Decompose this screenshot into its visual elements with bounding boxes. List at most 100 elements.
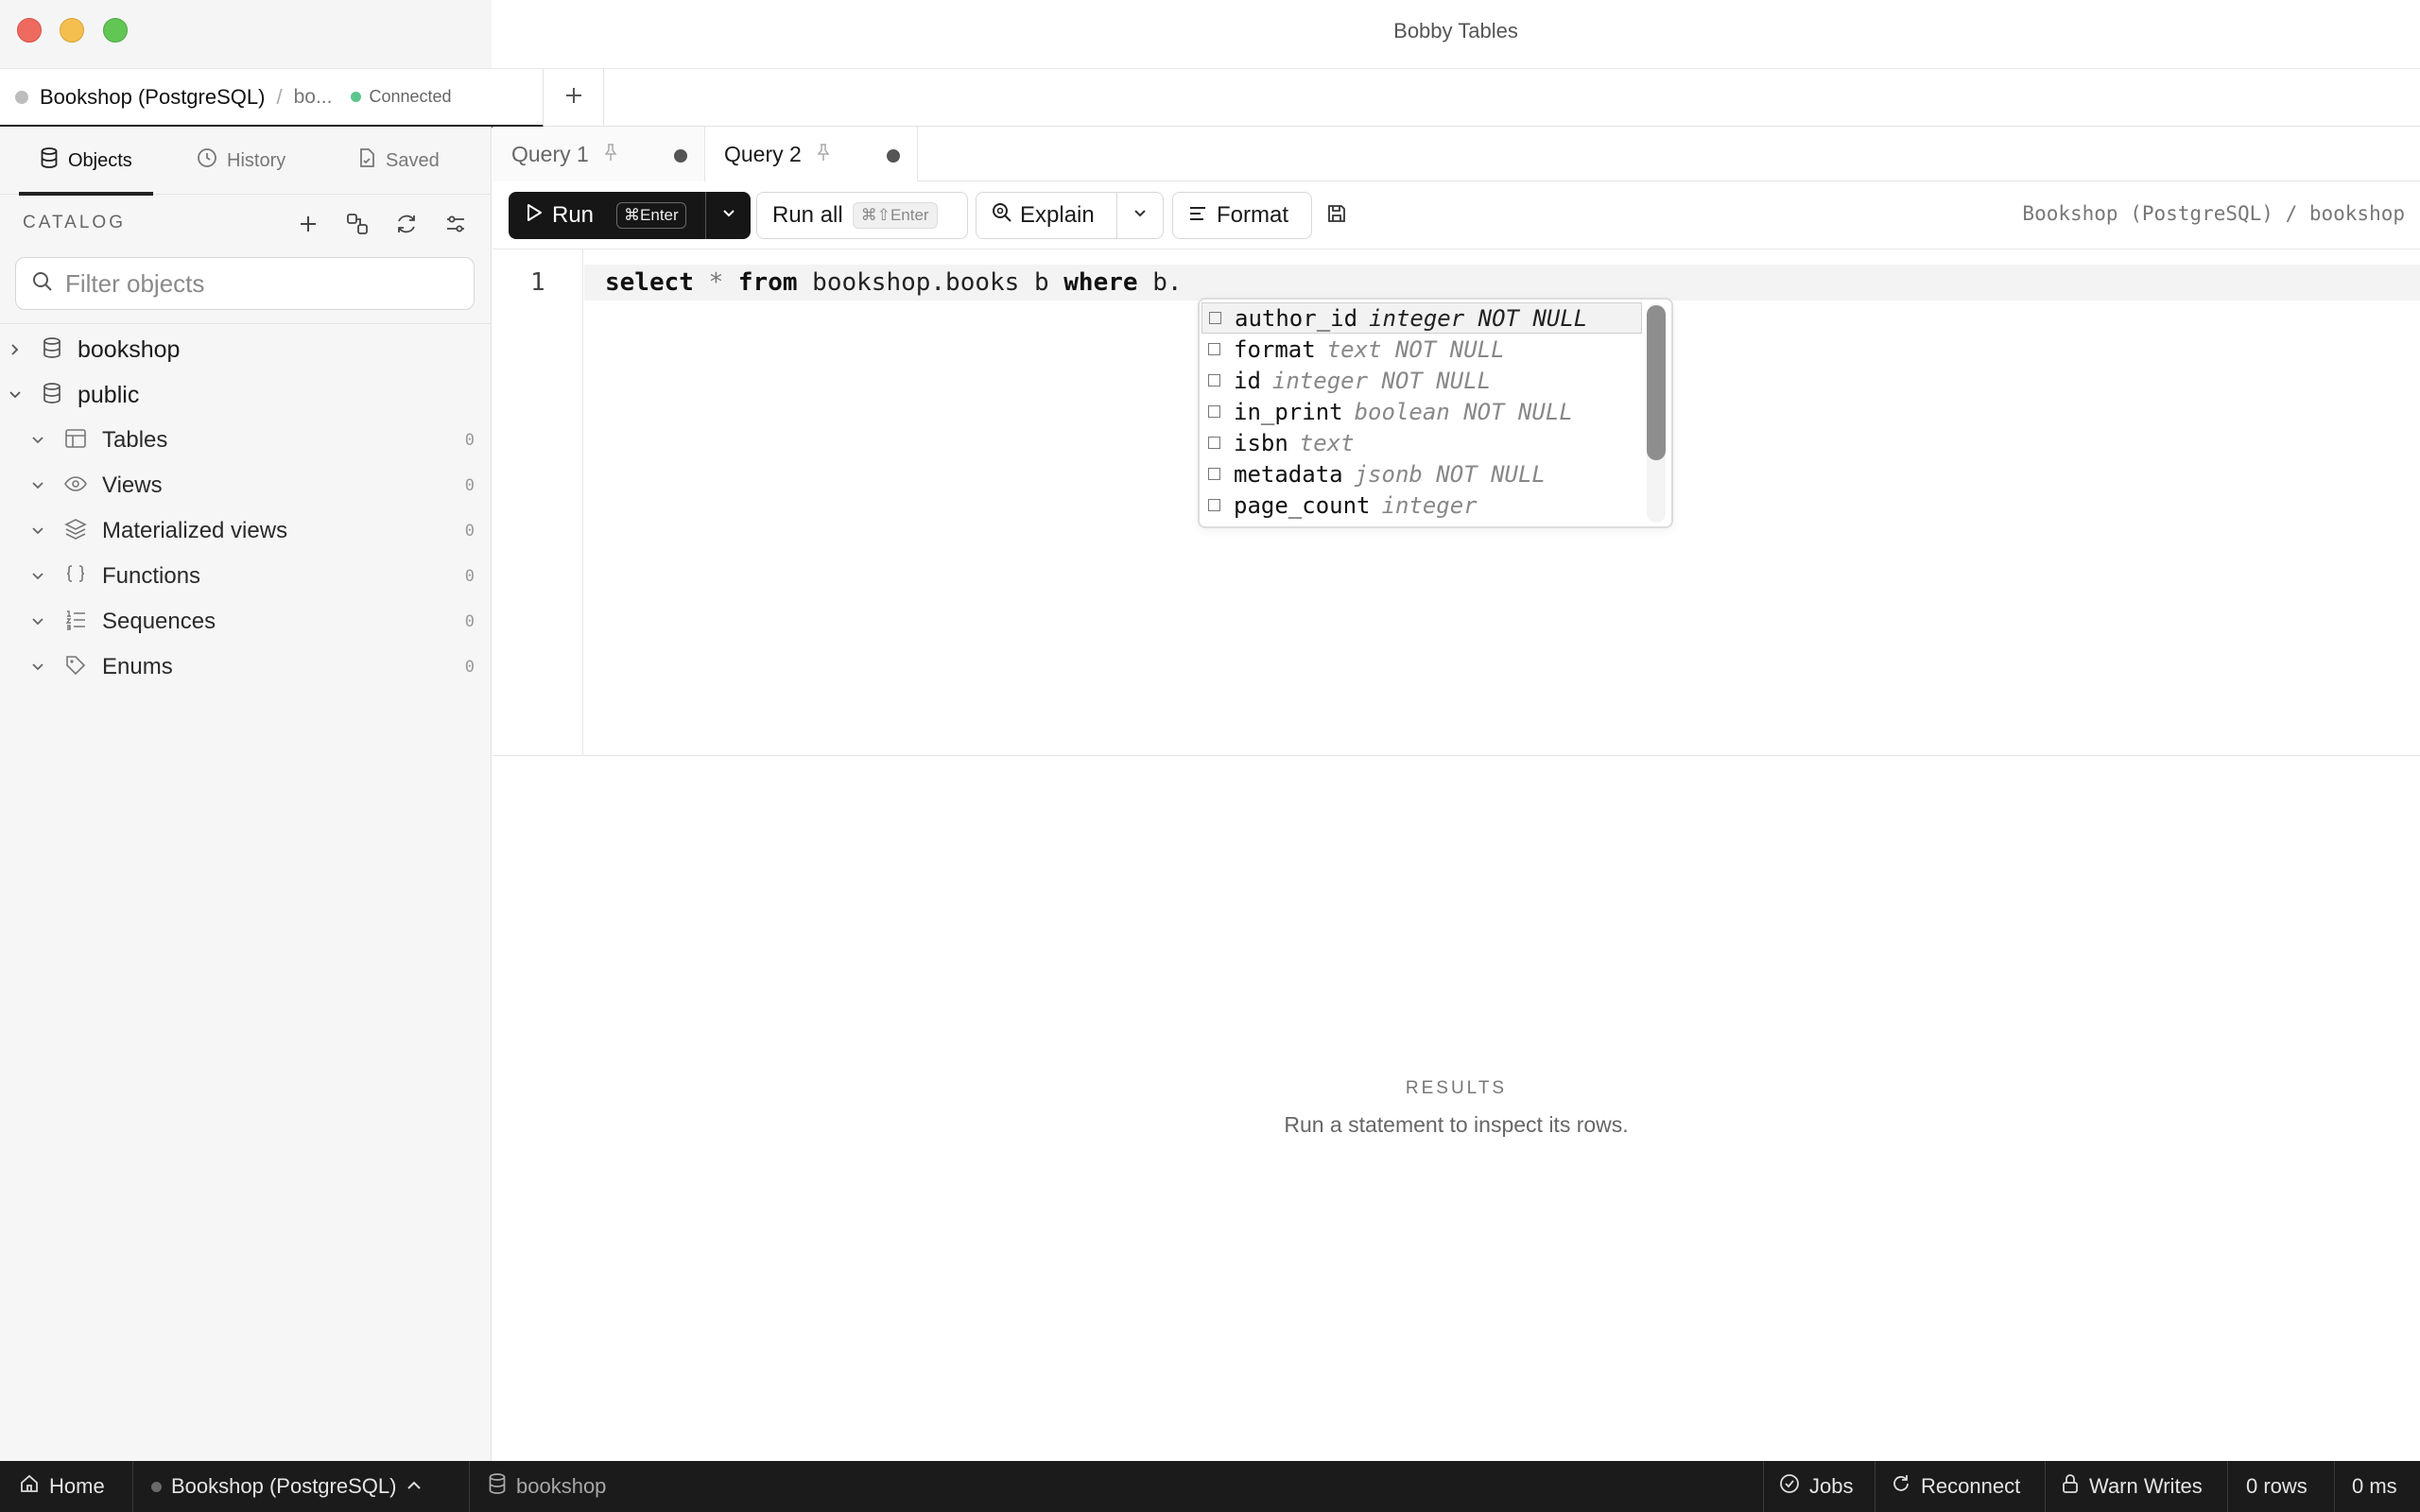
- unsaved-dot[interactable]: [887, 149, 900, 163]
- refresh-catalog-button[interactable]: [394, 212, 419, 236]
- unsaved-dot[interactable]: [674, 149, 687, 163]
- run-all-button[interactable]: Run all ⌘⇧Enter: [756, 192, 968, 239]
- reconnect-button[interactable]: Reconnect: [1891, 1461, 2020, 1512]
- home-button[interactable]: Home: [19, 1461, 105, 1512]
- title-bar: Bobby Tables: [0, 0, 2420, 68]
- tree-group-enums[interactable]: Enums 0: [0, 644, 492, 690]
- column-icon: [1208, 374, 1220, 387]
- status-database[interactable]: bookshop: [488, 1461, 606, 1512]
- chevron-down-icon: [28, 612, 47, 631]
- keyword-select: select: [605, 268, 694, 297]
- tree-group-tables[interactable]: Tables 0: [0, 418, 492, 463]
- tab-query-1[interactable]: Query 1: [493, 127, 705, 181]
- chevron-down-icon: [6, 386, 25, 404]
- tree-database-label: bookshop: [78, 335, 181, 363]
- autocomplete-column: format: [1234, 335, 1316, 363]
- format-label: Format: [1217, 202, 1289, 228]
- tab-objects[interactable]: Objects: [19, 127, 153, 196]
- autocomplete-scrollbar-thumb[interactable]: [1647, 305, 1666, 460]
- zoom-window-button[interactable]: [103, 18, 128, 43]
- connection-selector[interactable]: Bookshop (PostgreSQL): [151, 1461, 423, 1512]
- search-icon: [31, 270, 54, 298]
- line-number: 1: [530, 268, 545, 297]
- close-window-button[interactable]: [17, 18, 42, 43]
- explain-button[interactable]: Explain: [976, 192, 1117, 239]
- tab-history-label: History: [227, 149, 286, 171]
- tab-saved[interactable]: Saved: [357, 127, 440, 195]
- status-bar: Home Bookshop (PostgreSQL) bookshop Jobs…: [0, 1461, 2420, 1512]
- autocomplete-item[interactable]: isbn text: [1201, 427, 1642, 458]
- sliders-icon: [447, 215, 464, 232]
- chevron-down-icon: [28, 431, 47, 450]
- filter-objects-input[interactable]: [65, 268, 462, 299]
- tree-group-views[interactable]: Views 0: [0, 463, 492, 508]
- divider: [2334, 1461, 2335, 1512]
- autocomplete-item[interactable]: in_print boolean NOT NULL: [1201, 396, 1642, 427]
- filter-box[interactable]: [15, 257, 475, 310]
- autocomplete-column: in_print: [1234, 398, 1343, 425]
- autocomplete-type: numeric(9,2) NOT NULL: [1395, 524, 1671, 527]
- lock-icon: [2061, 1473, 2080, 1500]
- jobs-button[interactable]: Jobs: [1779, 1461, 1853, 1512]
- autocomplete-item[interactable]: metadata jsonb NOT NULL: [1201, 458, 1642, 490]
- schema-graph-button[interactable]: [345, 212, 370, 236]
- add-object-button[interactable]: [296, 212, 320, 236]
- pin-icon[interactable]: [602, 143, 619, 166]
- autocomplete-column: id: [1234, 367, 1261, 394]
- warn-writes-label: Warn Writes: [2089, 1474, 2203, 1498]
- explain-options-button[interactable]: [1116, 192, 1164, 239]
- refresh-icon: [398, 215, 415, 233]
- connection-tab[interactable]: Bookshop (PostgreSQL) / bo... Connected: [0, 69, 544, 128]
- column-icon: [1208, 437, 1220, 449]
- autocomplete-item[interactable]: id integer NOT NULL: [1201, 365, 1642, 396]
- divider: [0, 323, 492, 324]
- keyword-where: where: [1063, 268, 1138, 297]
- chevron-up-icon: [406, 1474, 423, 1499]
- connection-separator: /: [276, 84, 283, 109]
- tree-group-label: Views: [102, 472, 163, 498]
- run-button[interactable]: Run ⌘Enter: [509, 202, 686, 229]
- tree-group-functions[interactable]: Functions 0: [0, 554, 492, 599]
- results-hint: Run a statement to inspect its rows.: [1284, 1112, 1629, 1137]
- tab-history[interactable]: History: [197, 127, 285, 195]
- query-tabs: Query 1 Query 2: [493, 127, 2420, 181]
- tab-query-2[interactable]: Query 2: [705, 127, 918, 181]
- divider: [2227, 1461, 2228, 1512]
- editor-toolbar: Run ⌘Enter Run all ⌘⇧Enter Explain Forma…: [493, 181, 2420, 249]
- connection-indicator-dot: [15, 90, 28, 104]
- tree-group-label: Sequences: [102, 609, 216, 634]
- catalog-settings-button[interactable]: [443, 212, 468, 236]
- code-line[interactable]: select * from bookshop.books b where b.: [605, 268, 1183, 297]
- play-icon: [526, 202, 543, 229]
- plus-icon: [563, 81, 584, 113]
- format-button[interactable]: Format: [1172, 192, 1312, 239]
- autocomplete-item[interactable]: page_count integer: [1201, 490, 1642, 521]
- home-label: Home: [49, 1474, 105, 1498]
- autocomplete-item[interactable]: author_id integer NOT NULL: [1201, 302, 1642, 334]
- sidebar-tabs: Objects History Saved: [0, 127, 492, 196]
- database-icon: [40, 147, 59, 174]
- minimize-window-button[interactable]: [60, 18, 84, 43]
- catalog-actions: [296, 212, 468, 236]
- catalog-label: CATALOG: [23, 213, 126, 232]
- warn-writes-toggle[interactable]: Warn Writes: [2061, 1461, 2203, 1512]
- run-options-button[interactable]: [705, 192, 751, 239]
- tree-database-bookshop[interactable]: bookshop: [0, 327, 492, 372]
- layers-icon: [64, 518, 87, 545]
- chevron-down-icon: [28, 567, 47, 586]
- connected-status-dot: [351, 92, 362, 102]
- autocomplete-item[interactable]: format text NOT NULL: [1201, 334, 1642, 365]
- tree-group-sequences[interactable]: Sequences 0: [0, 599, 492, 644]
- database-icon: [42, 382, 62, 409]
- run-all-shortcut: ⌘⇧Enter: [852, 202, 938, 229]
- tree-group-count: 0: [464, 658, 475, 677]
- tree-group-materialized-views[interactable]: Materialized views 0: [0, 508, 492, 554]
- pin-icon[interactable]: [815, 143, 832, 166]
- autocomplete-item[interactable]: price_cents numeric(9,2) NOT NULL: [1201, 521, 1671, 527]
- column-icon: [1208, 468, 1220, 480]
- new-connection-tab-button[interactable]: [544, 69, 604, 126]
- save-query-button[interactable]: [1323, 202, 1350, 229]
- tree-database-public[interactable]: public: [0, 372, 492, 418]
- tree-group-count: 0: [464, 476, 475, 495]
- divider: [132, 1461, 133, 1512]
